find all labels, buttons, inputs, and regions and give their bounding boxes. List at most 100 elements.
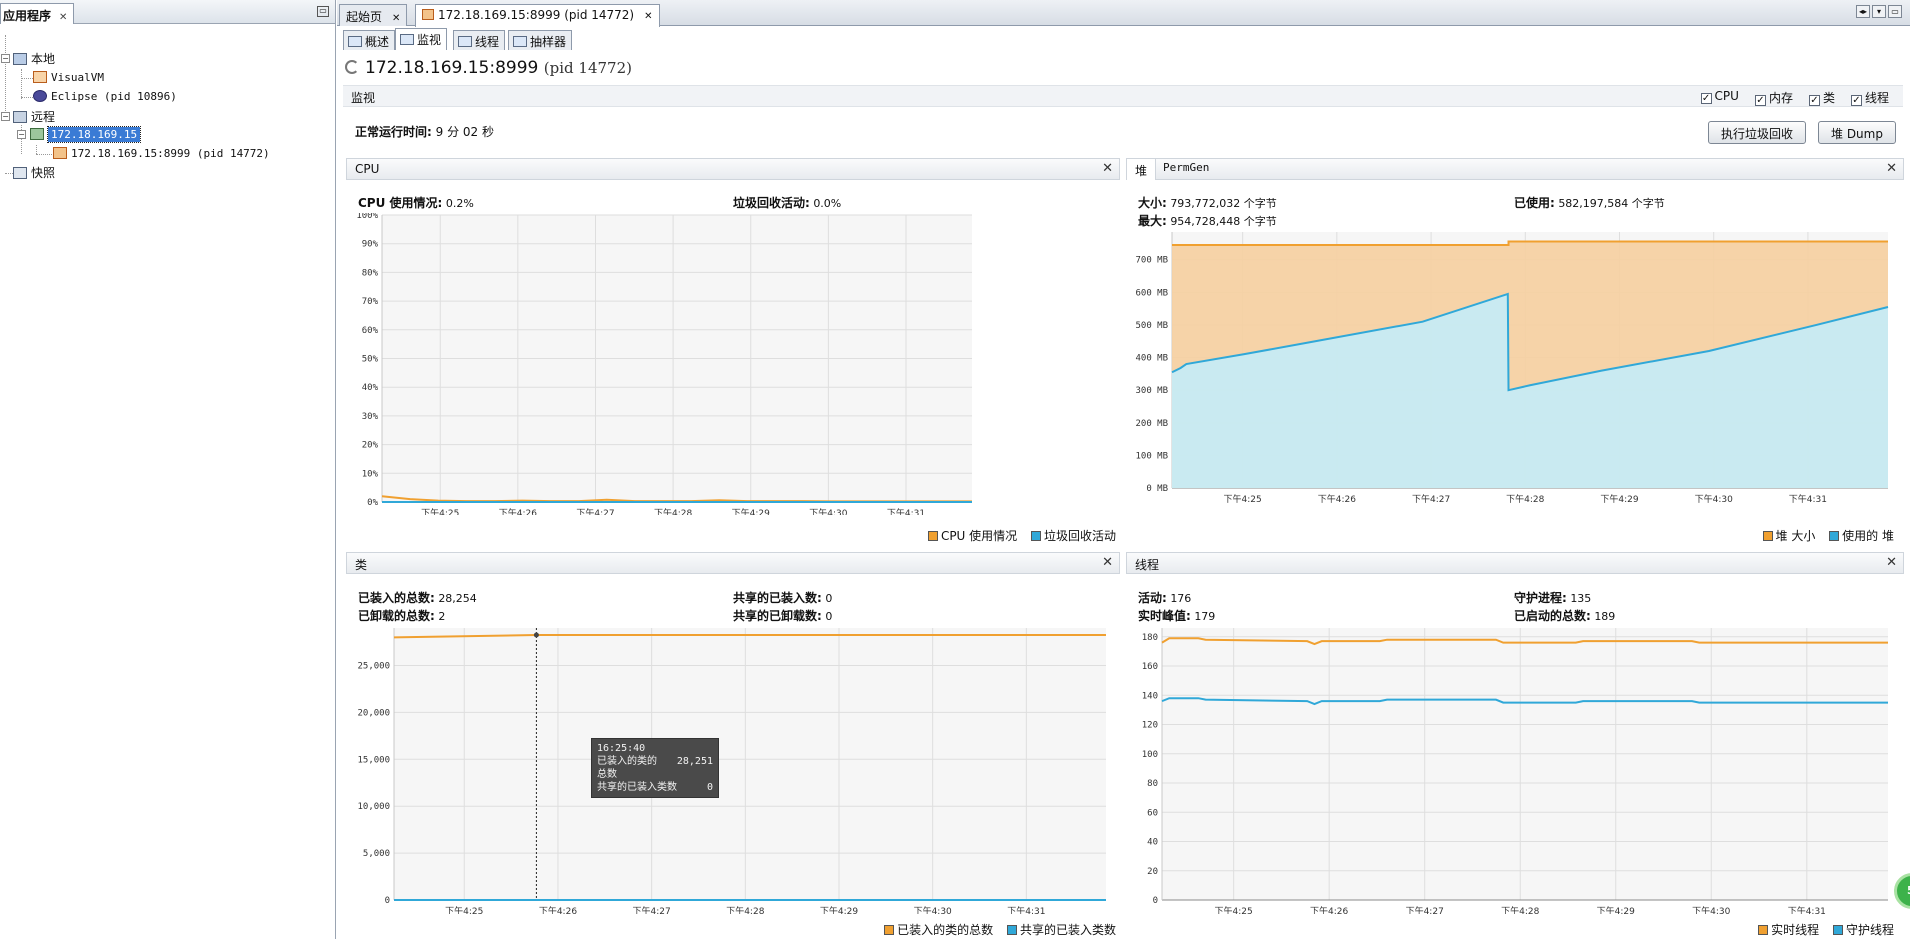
classes-chart: 0 5,000 10,000 15,000 20,000 25,000 下午4:25 下午4:… bbox=[357, 628, 1106, 914]
restore-window-icon[interactable]: ▭ bbox=[1888, 5, 1902, 18]
tab-label: 起始页 bbox=[346, 10, 383, 24]
heap-panel-header: 堆 PermGen ✕ bbox=[1126, 158, 1904, 180]
y-tick-label: 500 MB bbox=[1135, 321, 1168, 331]
x-tick-label: 下午4:31 bbox=[1788, 905, 1826, 914]
y-tick-label: 40% bbox=[362, 383, 379, 393]
applications-tabbar: 应用程序 ✕ ▭ bbox=[0, 0, 335, 24]
y-tick-label: 90% bbox=[362, 240, 379, 250]
tab-overview[interactable]: 概述 bbox=[343, 30, 396, 50]
shared-unloaded-stat: 共享的已卸载数: 0 bbox=[733, 609, 833, 623]
close-icon[interactable]: ✕ bbox=[1886, 161, 1897, 176]
checkbox-threads[interactable]: ✓ 线程 bbox=[1850, 89, 1889, 106]
tree-node-snapshots[interactable]: 快照 bbox=[13, 164, 55, 182]
heap-max-stat: 最大: 954,728,448 个字节 bbox=[1138, 214, 1277, 228]
y-tick-label: 300 MB bbox=[1135, 386, 1168, 396]
document-tabbar: 起始页 ✕ 172.18.169.15:8999 (pid 14772) ✕ ◂▸ … bbox=[337, 0, 1910, 27]
threads-panel-title: 线程 bbox=[1135, 558, 1160, 572]
tree-guide bbox=[5, 35, 6, 115]
heap-dump-button[interactable]: 堆 Dump bbox=[1818, 121, 1896, 144]
y-tick-label: 10% bbox=[362, 469, 379, 479]
legend-swatch bbox=[1832, 925, 1843, 935]
y-tick-label: 10,000 bbox=[357, 802, 390, 812]
close-icon[interactable]: ✕ bbox=[644, 11, 652, 22]
x-tick-label: 下午4:29 bbox=[820, 905, 858, 914]
minimize-icon[interactable]: ▭ bbox=[317, 6, 329, 17]
refresh-icon bbox=[345, 60, 359, 74]
check-icon: ✓ bbox=[1850, 95, 1862, 106]
y-tick-label: 200 MB bbox=[1135, 419, 1168, 429]
tree-node-remote[interactable]: 远程 bbox=[13, 108, 55, 126]
chevron-down-icon[interactable]: ▾ bbox=[1872, 5, 1886, 18]
tab-threads[interactable]: 线程 bbox=[453, 30, 506, 50]
y-tick-label: 20 bbox=[1147, 867, 1158, 877]
tree-node-jvm[interactable]: 172.18.169.15:8999 (pid 14772) bbox=[53, 145, 270, 163]
close-icon[interactable]: ✕ bbox=[59, 12, 67, 23]
x-tick-label: 下午4:25 bbox=[1224, 493, 1262, 505]
y-tick-label: 80% bbox=[362, 268, 379, 278]
uptime-label: 正常运行时间: bbox=[355, 125, 432, 139]
threads-legend: 实时线程 守护线程 bbox=[1748, 921, 1894, 938]
cpu-chart: 0% 10% 20% 30% 40% 50% 60% 70% 80% 90% 100% 下午4:25 下… bbox=[356, 213, 972, 515]
tab-jvm[interactable]: 172.18.169.15:8999 (pid 14772) ✕ bbox=[415, 4, 660, 27]
tab-start-page[interactable]: 起始页 ✕ bbox=[339, 4, 408, 26]
close-icon[interactable]: ✕ bbox=[392, 13, 400, 24]
y-tick-label: 50% bbox=[362, 355, 379, 365]
x-tick-label: 下午4:30 bbox=[1695, 493, 1733, 505]
tree-guide bbox=[36, 145, 37, 154]
heap-used-stat: 已使用: 582,197,584 个字节 bbox=[1514, 196, 1665, 210]
page-title: 172.18.169.15:8999 (pid 14772) bbox=[345, 58, 632, 84]
sampler-icon bbox=[513, 36, 527, 47]
x-tick-label: 下午4:31 bbox=[1789, 493, 1827, 505]
checkbox-memory[interactable]: ✓ 内存 bbox=[1754, 89, 1793, 106]
legend-swatch bbox=[1006, 925, 1017, 935]
checkbox-classes[interactable]: ✓ 类 bbox=[1808, 89, 1835, 106]
y-tick-label: 160 bbox=[1142, 662, 1158, 672]
y-tick-label: 15,000 bbox=[357, 755, 390, 765]
perform-gc-button[interactable]: 执行垃圾回收 bbox=[1708, 121, 1807, 144]
close-icon[interactable]: ✕ bbox=[1886, 555, 1897, 570]
x-tick-label: 下午4:29 bbox=[732, 507, 770, 515]
scroll-left-icon[interactable]: ◂▸ bbox=[1856, 5, 1870, 18]
tab-label: 概述 bbox=[365, 35, 390, 49]
tree-guide bbox=[36, 154, 52, 155]
tab-heap[interactable]: 堆 bbox=[1126, 158, 1157, 180]
y-tick-label: 0 MB bbox=[1146, 484, 1168, 494]
close-icon[interactable]: ✕ bbox=[1102, 161, 1113, 176]
tree-node-local[interactable]: 本地 bbox=[13, 50, 55, 68]
tree-node-visualvm[interactable]: VisualVM bbox=[33, 69, 104, 87]
tree-node-host[interactable]: 172.18.169.15 bbox=[30, 126, 142, 144]
x-tick-label: 下午4:28 bbox=[654, 507, 692, 515]
tree-guide bbox=[21, 97, 33, 98]
network-computer-icon bbox=[13, 111, 27, 123]
crosshair-point bbox=[533, 632, 539, 638]
shared-loaded-stat: 共享的已装入数: 0 bbox=[733, 591, 833, 605]
x-tick-label: 下午4:28 bbox=[1506, 493, 1544, 505]
tab-permgen[interactable]: PermGen bbox=[1155, 158, 1217, 180]
tab-monitor[interactable]: 监视 bbox=[395, 28, 448, 50]
tab-sampler[interactable]: 抽样器 bbox=[508, 30, 573, 50]
x-tick-label: 下午4:29 bbox=[1600, 493, 1638, 505]
y-tick-label: 20% bbox=[362, 441, 379, 451]
heap-size-stat: 大小: 793,772,032 个字节 bbox=[1138, 196, 1277, 210]
tooltip-row: 已装入的类的总数 28,251 bbox=[597, 756, 713, 780]
x-tick-label: 下午4:25 bbox=[445, 905, 483, 914]
collapse-toggle-remote[interactable]: − bbox=[1, 112, 10, 121]
collapse-toggle-host[interactable]: − bbox=[17, 130, 26, 139]
legend-swatch bbox=[1762, 531, 1773, 541]
y-tick-label: 0% bbox=[367, 498, 378, 508]
y-tick-label: 40 bbox=[1147, 838, 1158, 848]
legend-swatch bbox=[1758, 925, 1769, 935]
checkbox-cpu[interactable]: ✓ CPU bbox=[1700, 89, 1739, 106]
monitor-label: 监视 bbox=[351, 91, 376, 105]
heap-panel: 堆 PermGen ✕ 大小: 793,772,032 个字节 最大: 954,… bbox=[1126, 158, 1904, 546]
applications-tab-label: 应用程序 bbox=[3, 9, 52, 23]
applications-tab[interactable]: 应用程序 ✕ bbox=[0, 3, 75, 24]
x-tick-label: 下午4:27 bbox=[1406, 905, 1444, 914]
cpu-legend: CPU 使用情况 垃圾回收活动 bbox=[918, 527, 1116, 544]
collapse-toggle-local[interactable]: − bbox=[1, 54, 10, 63]
y-tick-label: 100 MB bbox=[1135, 451, 1168, 461]
close-icon[interactable]: ✕ bbox=[1102, 555, 1113, 570]
check-icon: ✓ bbox=[1808, 95, 1820, 106]
tree-node-eclipse[interactable]: Eclipse (pid 10896) bbox=[33, 88, 177, 106]
editor-area: 起始页 ✕ 172.18.169.15:8999 (pid 14772) ✕ ◂▸ … bbox=[337, 0, 1910, 939]
